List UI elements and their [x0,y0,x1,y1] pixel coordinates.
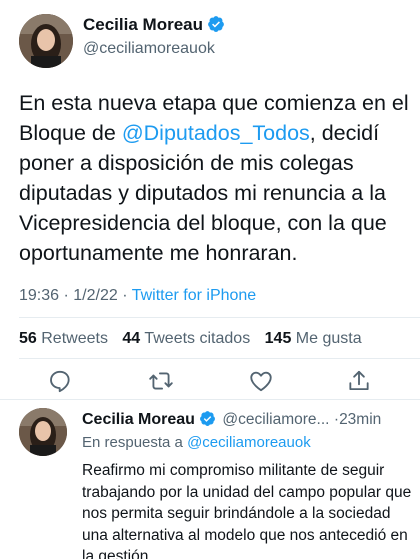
retweet-icon[interactable] [148,368,174,394]
divider [19,358,420,359]
divider [0,399,420,400]
author-handle[interactable]: @ceciliamoreauok [83,40,215,58]
reply-author-name[interactable]: Cecilia Moreau [82,411,195,428]
quotes-stat[interactable]: 44 Tweets citados [122,330,250,347]
reply-author-handle[interactable]: @ceciliamore... [222,411,329,428]
divider [19,317,420,318]
in-reply-to-label: En respuesta a [82,434,183,451]
tweet-source-link[interactable]: Twitter for iPhone [132,287,257,304]
quotes-count: 44 [122,330,141,347]
retweets-label: Retweets [41,330,108,347]
like-icon[interactable] [248,368,274,394]
retweets-count: 56 [19,330,37,347]
reply-text: Reafirmo mi compromiso militante de segu… [82,462,412,559]
author-avatar[interactable] [19,14,73,68]
reply-icon[interactable] [47,368,73,394]
tweet-text: En esta nueva etapa que comienza en el B… [19,88,411,268]
reply-time[interactable]: 23min [339,411,381,428]
author-name-text[interactable]: Cecilia Moreau [83,15,203,34]
in-reply-to-handle[interactable]: @ceciliamoreauok [187,434,311,451]
tweet-stats: 56 Retweets 44 Tweets citados 145 Me gus… [19,330,362,348]
action-bar [0,366,420,396]
verified-badge-icon [199,410,216,432]
tweet-date[interactable]: 1/2/22 [73,287,117,304]
meta-separator: · [63,287,69,304]
tweet-meta: 19:36 · 1/2/22 · Twitter for iPhone [19,287,256,305]
reply-author-avatar[interactable] [19,408,67,456]
retweets-stat[interactable]: 56 Retweets [19,330,108,347]
quotes-label: Tweets citados [144,330,251,347]
meta-separator: · [122,287,128,304]
reply-header: Cecilia Moreau @ceciliamore... ·23min [82,410,381,432]
tweet-time[interactable]: 19:36 [19,287,59,304]
in-reply-to: En respuesta a @ceciliamoreauok [82,434,311,451]
likes-count: 145 [264,330,292,347]
likes-label: Me gusta [295,330,362,347]
author-name[interactable]: Cecilia Moreau [83,15,225,38]
share-icon[interactable] [346,368,372,394]
mention-link[interactable]: @Diputados_Todos [122,121,310,145]
verified-badge-icon [207,15,225,38]
likes-stat[interactable]: 145 Me gusta [265,330,362,347]
